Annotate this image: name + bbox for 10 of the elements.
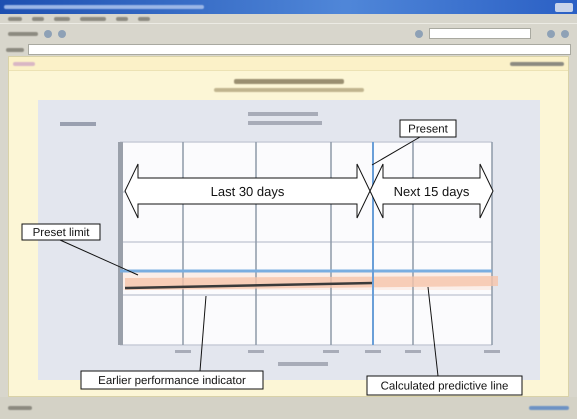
toolbar-icon[interactable]: [415, 30, 423, 38]
window-controls-icon[interactable]: [555, 2, 573, 12]
double-arrow: Next 15 days: [369, 164, 494, 218]
double-arrow: Last 30 days: [124, 164, 371, 218]
search-field[interactable]: [429, 28, 531, 39]
callout-label: Present: [400, 120, 456, 138]
callout-label: Preset limit: [22, 224, 100, 240]
callout-label: Calculated predictive line: [366, 376, 522, 396]
leader-line: [372, 136, 420, 166]
callout-label: Earlier performance indicator: [80, 370, 264, 390]
